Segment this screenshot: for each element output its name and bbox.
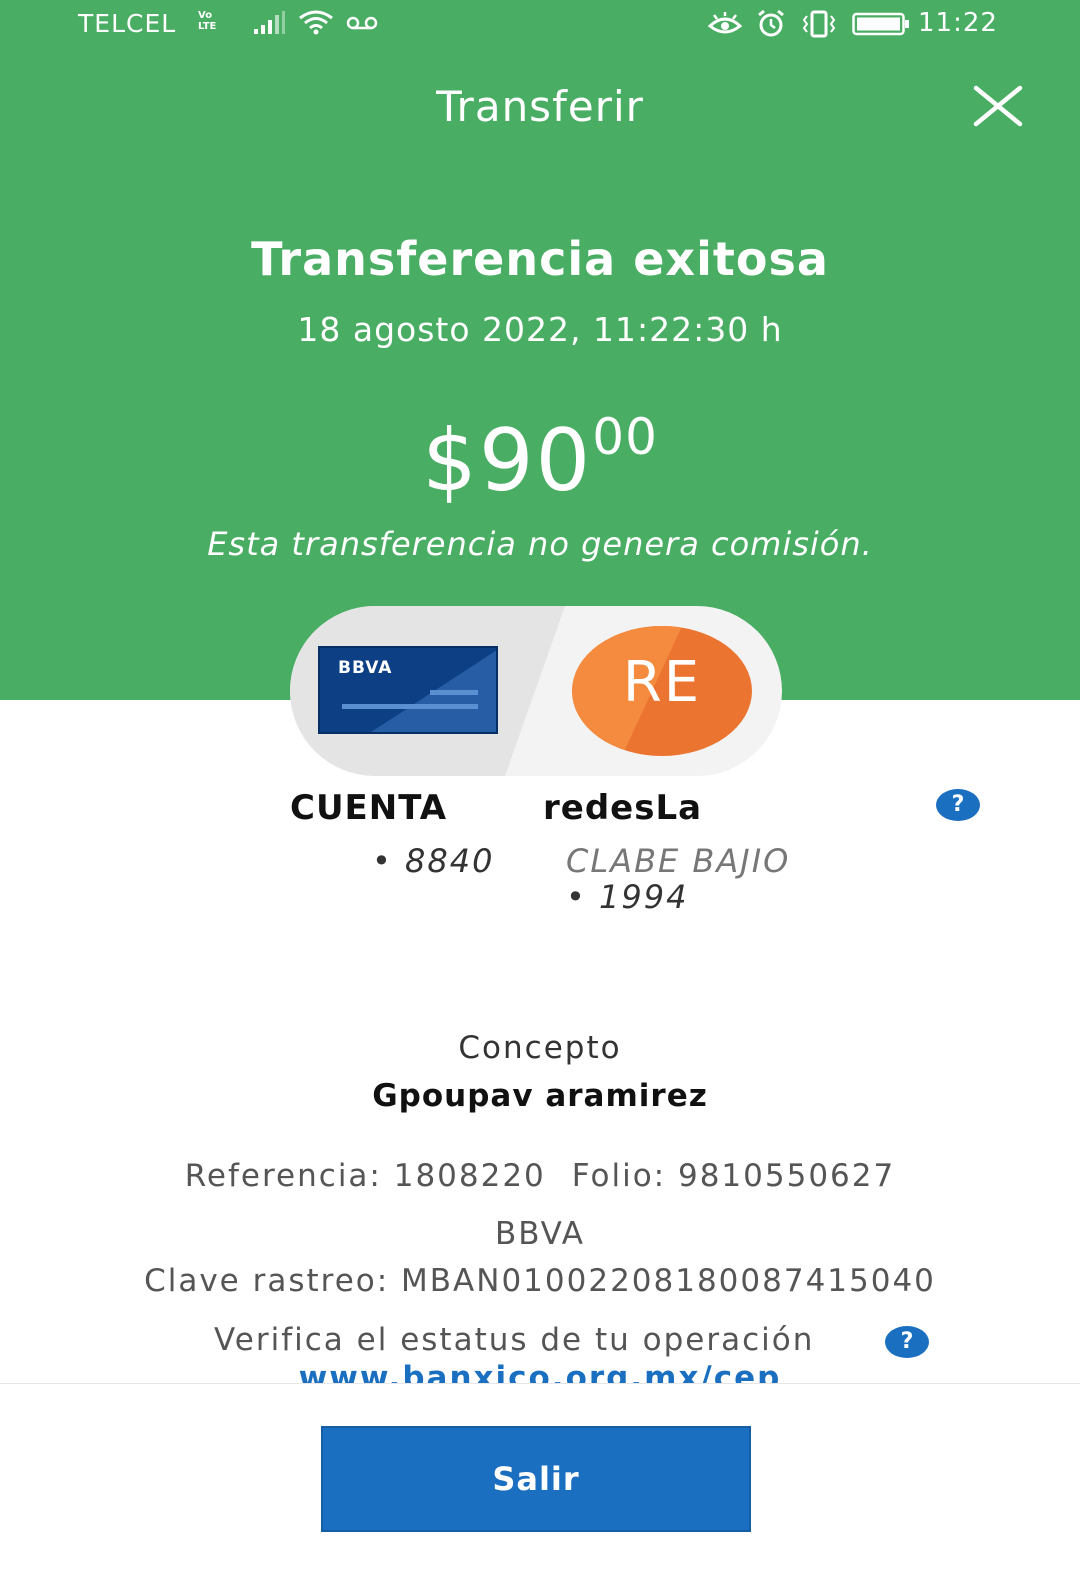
voicemail-icon <box>346 16 378 30</box>
amount-cents: 00 <box>592 408 658 466</box>
recipient-name: redesLa <box>543 788 703 828</box>
tracking-key: Clave rastreo: MBAN01002208180087415040 <box>144 1263 936 1299</box>
transfer-datetime: 18 agosto 2022, 11:22:30 h <box>297 310 783 349</box>
exit-button[interactable]: Salir <box>321 1426 751 1532</box>
volte-icon: Vo LTE <box>198 10 217 32</box>
source-account-number: • 8840 <box>372 842 495 880</box>
success-title: Transferencia exitosa <box>251 232 829 286</box>
eye-comfort-icon <box>708 12 742 34</box>
close-icon <box>973 85 1023 127</box>
signal-icon <box>254 11 285 34</box>
source-account-name: CUENTA <box>290 788 448 828</box>
concept-value: Gpoupav aramirez <box>372 1078 708 1114</box>
concept-label: Concepto <box>458 1030 622 1066</box>
amount-main: $90 <box>422 411 593 511</box>
reference-folio-line: Referencia: 1808220 Folio: 9810550627 <box>0 1158 1080 1194</box>
reference-value: Referencia: 1808220 <box>184 1158 546 1194</box>
folio-value: Folio: 9810550627 <box>571 1158 896 1194</box>
recipient-account-number: • 1994 <box>566 878 689 916</box>
transfer-amount: $9000 <box>0 408 1080 511</box>
card-brand: BBVA <box>338 658 393 678</box>
vibrate-icon <box>802 10 836 38</box>
issuing-bank: BBVA <box>494 1216 585 1252</box>
page-title: Transferir <box>436 82 644 131</box>
footer: Salir <box>0 1383 1080 1581</box>
recipient-avatar: RE <box>572 626 752 756</box>
recipient-initials: RE <box>622 650 702 715</box>
transfer-accounts-visual: BBVA RE <box>290 606 782 776</box>
carrier-name: TELCEL <box>78 9 177 38</box>
status-bar: TELCEL Vo LTE 11:22 <box>0 0 1080 50</box>
alarm-icon <box>758 9 784 37</box>
banxico-cep-link[interactable]: www.banxico.org.mx/cep <box>0 1360 1080 1383</box>
bbva-card-icon: BBVA <box>318 646 498 734</box>
recipient-bank: CLABE BAJIO <box>566 842 791 880</box>
help-icon[interactable]: ? <box>885 1326 929 1358</box>
wifi-icon <box>299 10 333 35</box>
verify-status-text: Verifica el estatus de tu operación <box>214 1322 815 1358</box>
help-icon[interactable]: ? <box>936 789 980 821</box>
fee-note: Esta transferencia no genera comisión. <box>207 525 873 563</box>
battery-icon <box>852 12 909 36</box>
status-time: 11:22 <box>918 8 998 38</box>
close-button[interactable] <box>972 84 1024 136</box>
